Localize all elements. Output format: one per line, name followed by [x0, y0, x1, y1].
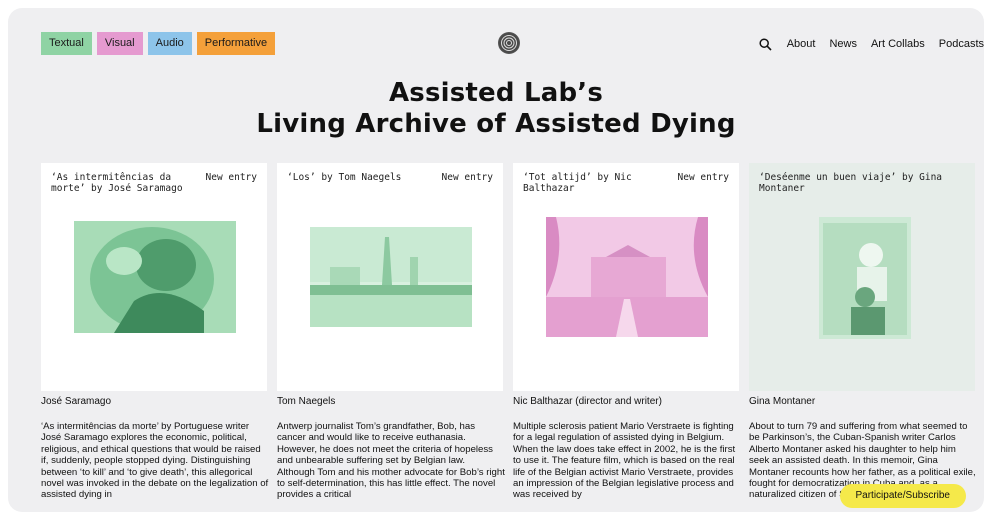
- archive-card[interactable]: ‘Deséenme un buen viaje’ by Gina Montane…: [749, 163, 976, 512]
- card-image: [546, 217, 708, 337]
- archive-card[interactable]: ‘As intermitências da morte’ by José Sar…: [41, 163, 269, 512]
- participate-subscribe-button[interactable]: Participate/Subscribe: [839, 484, 966, 508]
- top-bar: Textual Visual Audio Performative About …: [8, 8, 984, 78]
- card-description: Multiple sclerosis patient Mario Verstra…: [513, 421, 736, 501]
- card-image: [819, 217, 911, 339]
- nav-news[interactable]: News: [829, 38, 857, 50]
- card-header: ‘Tot altijd’ by Nic Balthazar New entry: [523, 172, 729, 194]
- nav-podcasts[interactable]: Podcasts: [939, 38, 984, 50]
- new-entry-tag: New entry: [677, 172, 729, 183]
- card-title: ‘Los’ by Tom Naegels: [287, 172, 402, 183]
- filter-textual[interactable]: Textual: [41, 32, 92, 55]
- card-author: Gina Montaner: [749, 396, 816, 407]
- card-title: ‘As intermitências da morte’ by José Sar…: [51, 172, 183, 194]
- logo-icon[interactable]: [498, 32, 520, 54]
- card-preview[interactable]: ‘Tot altijd’ by Nic Balthazar New entry: [513, 163, 739, 391]
- card-preview[interactable]: ‘Los’ by Tom Naegels New entry: [277, 163, 503, 391]
- card-author: Tom Naegels: [277, 396, 336, 407]
- page-title-line-1: Assisted Lab’s: [388, 78, 604, 108]
- card-description: Antwerp journalist Tom’s grandfather, Bo…: [277, 421, 505, 501]
- card-preview[interactable]: ‘Deséenme un buen viaje’ by Gina Montane…: [749, 163, 975, 391]
- card-author: Nic Balthazar (director and writer): [513, 396, 662, 407]
- card-header: ‘Los’ by Tom Naegels New entry: [287, 172, 493, 183]
- search-icon[interactable]: [759, 37, 773, 51]
- card-title: ‘Deséenme un buen viaje’ by Gina Montane…: [759, 172, 943, 194]
- filter-audio[interactable]: Audio: [147, 32, 192, 55]
- card-header: ‘As intermitências da morte’ by José Sar…: [51, 172, 257, 194]
- new-entry-tag: New entry: [205, 172, 257, 183]
- card-image: [74, 221, 236, 333]
- card-description: ‘As intermitências da morte’ by Portugue…: [41, 421, 269, 501]
- filter-visual[interactable]: Visual: [96, 32, 143, 55]
- category-filters: Textual Visual Audio Performative: [41, 32, 276, 55]
- filter-performative[interactable]: Performative: [196, 32, 276, 55]
- page-title-line-2: Living Archive of Assisted Dying: [256, 109, 736, 139]
- card-image: [310, 227, 472, 327]
- card-author: José Saramago: [41, 396, 112, 407]
- card-preview[interactable]: ‘As intermitências da morte’ by José Sar…: [41, 163, 267, 391]
- page-title: Assisted Lab’s Living Archive of Assiste…: [8, 78, 984, 140]
- archive-card[interactable]: ‘Los’ by Tom Naegels New entry Tom Naege…: [277, 163, 505, 512]
- archive-cards: ‘As intermitências da morte’ by José Sar…: [41, 163, 984, 512]
- card-title: ‘Tot altijd’ by Nic Balthazar: [523, 172, 632, 194]
- new-entry-tag: New entry: [441, 172, 493, 183]
- card-header: ‘Deséenme un buen viaje’ by Gina Montane…: [759, 172, 965, 194]
- nav-art-collabs[interactable]: Art Collabs: [871, 38, 925, 50]
- nav-about[interactable]: About: [787, 38, 816, 50]
- page-frame: Textual Visual Audio Performative About …: [8, 8, 984, 512]
- archive-card[interactable]: ‘Tot altijd’ by Nic Balthazar New entry: [513, 163, 739, 512]
- main-nav: About News Art Collabs Podcasts: [759, 37, 984, 51]
